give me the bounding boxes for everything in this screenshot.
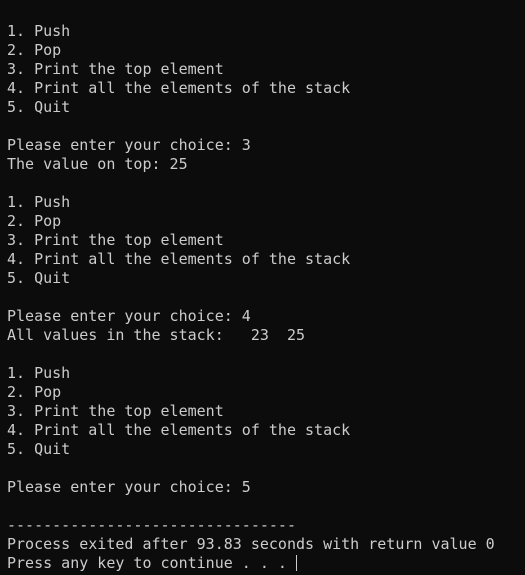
- process-exit-message: Process exited after 93.83 seconds with …: [7, 535, 495, 553]
- menu-item-push: 1. Push: [7, 22, 71, 40]
- menu-item-print-top: 3. Print the top element: [7, 231, 224, 249]
- menu-item-print-all: 4. Print all the elements of the stack: [7, 421, 351, 439]
- separator-line: --------------------------------: [7, 516, 296, 534]
- menu-item-quit: 5. Quit: [7, 269, 71, 287]
- choice-prompt: Please enter your choice: 5: [7, 478, 251, 496]
- menu-item-push: 1. Push: [7, 193, 71, 211]
- continue-prompt-line: Press any key to continue . . .: [7, 554, 525, 573]
- menu-item-pop: 2. Pop: [7, 383, 62, 401]
- choice-prompt: Please enter your choice: 3: [7, 136, 251, 154]
- menu-item-print-all: 4. Print all the elements of the stack: [7, 79, 351, 97]
- menu-item-quit: 5. Quit: [7, 98, 71, 116]
- menu-item-pop: 2. Pop: [7, 212, 62, 230]
- continue-prompt: Press any key to continue . . .: [7, 554, 296, 572]
- menu-item-print-top: 3. Print the top element: [7, 60, 224, 78]
- menu-item-push: 1. Push: [7, 364, 71, 382]
- output-top-value: The value on top: 25: [7, 155, 188, 173]
- menu-item-pop: 2. Pop: [7, 41, 62, 59]
- menu-item-print-all: 4. Print all the elements of the stack: [7, 250, 351, 268]
- menu-item-quit: 5. Quit: [7, 440, 71, 458]
- menu-item-print-top: 3. Print the top element: [7, 402, 224, 420]
- text-cursor: [295, 555, 297, 571]
- output-all-values: All values in the stack: 23 25: [7, 326, 306, 344]
- console-window[interactable]: 1. Push 2. Pop 3. Print the top element …: [0, 0, 525, 575]
- choice-prompt: Please enter your choice: 4: [7, 307, 251, 325]
